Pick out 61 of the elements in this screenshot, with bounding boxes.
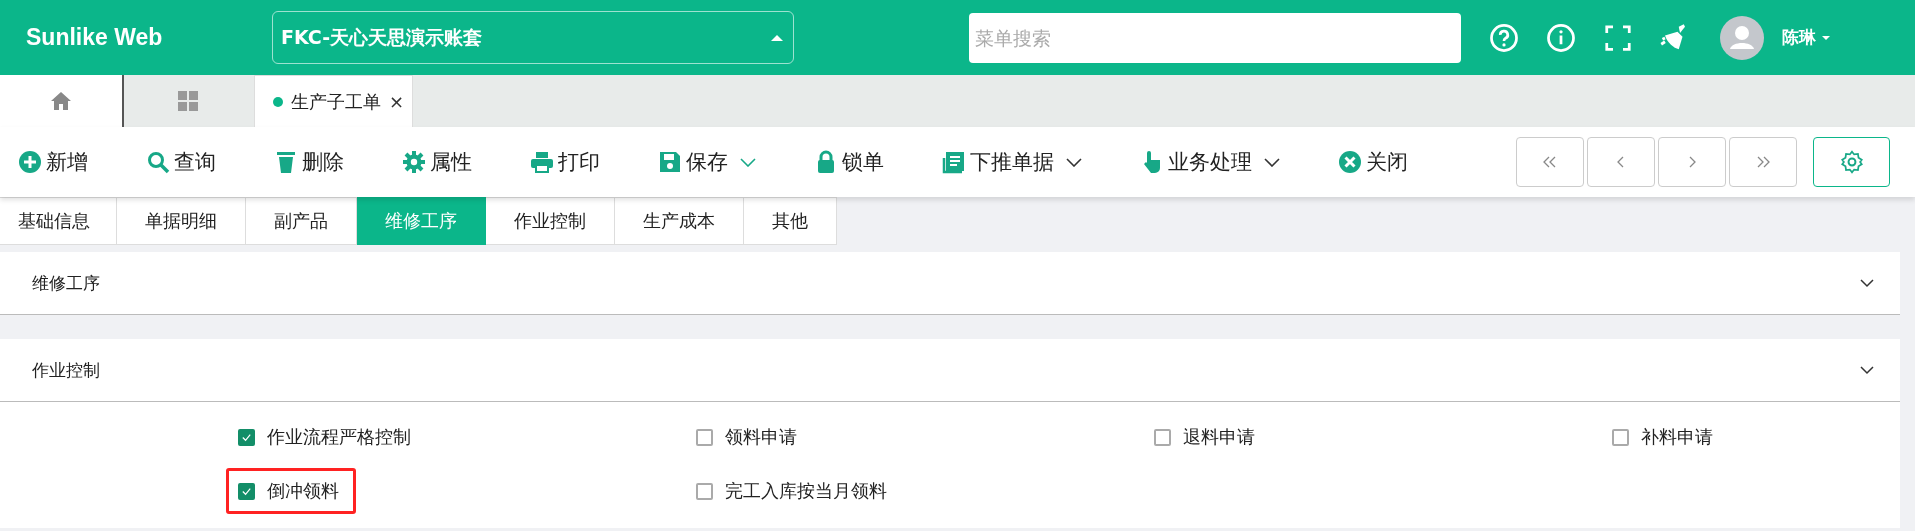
trash-icon	[274, 150, 298, 174]
checkbox[interactable]	[1612, 428, 1629, 446]
toolbar-button[interactable]: 关闭	[1338, 148, 1408, 176]
settings-icon	[1838, 149, 1865, 175]
chevron-down-icon	[1264, 157, 1280, 167]
checkbox[interactable]	[238, 482, 255, 500]
checkbox-label: 领料申请	[725, 425, 797, 449]
checkbox[interactable]	[696, 428, 713, 446]
chevron-down-icon	[740, 157, 756, 167]
gear-icon	[402, 150, 426, 174]
toolbar-button[interactable]: 锁单	[814, 148, 884, 176]
toolbar-button[interactable]: 属性	[402, 148, 472, 176]
avatar-icon	[1720, 15, 1764, 60]
pager-button[interactable]	[1516, 137, 1584, 187]
form-tab[interactable]: 其他	[744, 197, 837, 245]
document-icon	[942, 150, 966, 174]
search-field[interactable]: 菜单搜索	[969, 12, 1461, 63]
search-icon	[146, 150, 170, 174]
fullscreen-icon	[1603, 22, 1633, 53]
toolbar-button[interactable]: 新增	[18, 148, 88, 176]
tab-label: 生产子工单	[291, 89, 381, 114]
checkbox-label: 倒冲领料	[267, 479, 339, 503]
section-title: 维修工序	[32, 271, 100, 295]
grid-icon	[176, 89, 200, 113]
toolbar-button[interactable]: 业务处理	[1140, 148, 1280, 176]
caret-icon	[1822, 35, 1830, 40]
pager-button[interactable]	[1729, 137, 1797, 187]
checkbox[interactable]	[696, 482, 713, 500]
checkbox-label: 退料申请	[1183, 425, 1255, 449]
checkbox-label: 补料申请	[1641, 425, 1713, 449]
pager-button[interactable]	[1658, 137, 1726, 187]
app-logo: Sunlike Web	[26, 24, 164, 51]
checkbox[interactable]	[1154, 428, 1171, 446]
caret-icon	[771, 34, 783, 41]
home-button[interactable]	[0, 75, 124, 127]
help-icon	[1489, 22, 1519, 53]
toolbar-button[interactable]: 查询	[146, 148, 216, 176]
close-icon	[1338, 150, 1362, 174]
form-tab[interactable]: 生产成本	[615, 197, 744, 245]
toolbar-button[interactable]: 删除	[274, 148, 344, 176]
toolbar-button[interactable]: 下推单据	[942, 148, 1082, 176]
chevron-down-icon	[1066, 157, 1082, 167]
pager-button[interactable]	[1587, 137, 1655, 187]
form-tab[interactable]: 作业控制	[486, 197, 615, 245]
toolbar-button[interactable]: 保存	[658, 148, 756, 176]
form-tab[interactable]: 基础信息	[0, 197, 117, 245]
info-icon	[1546, 22, 1576, 53]
close-button[interactable]: ×	[389, 91, 405, 112]
form-tab[interactable]: 副产品	[246, 197, 357, 245]
status-dot	[273, 96, 283, 107]
printer-icon	[530, 150, 554, 174]
checkbox-label: 完工入库按当月领料	[725, 479, 887, 503]
section-title: 作业控制	[32, 358, 100, 382]
checkbox-label: 作业流程严格控制	[267, 425, 411, 449]
toolbar-button[interactable]: 打印	[530, 148, 600, 176]
checkbox[interactable]	[238, 428, 255, 446]
form-tab[interactable]: 单据明细	[117, 197, 246, 245]
page-tab[interactable]: 生产子工单 ×	[254, 75, 414, 127]
plus-icon	[18, 150, 42, 174]
settings-button[interactable]	[1813, 137, 1890, 187]
home-icon	[49, 89, 73, 113]
